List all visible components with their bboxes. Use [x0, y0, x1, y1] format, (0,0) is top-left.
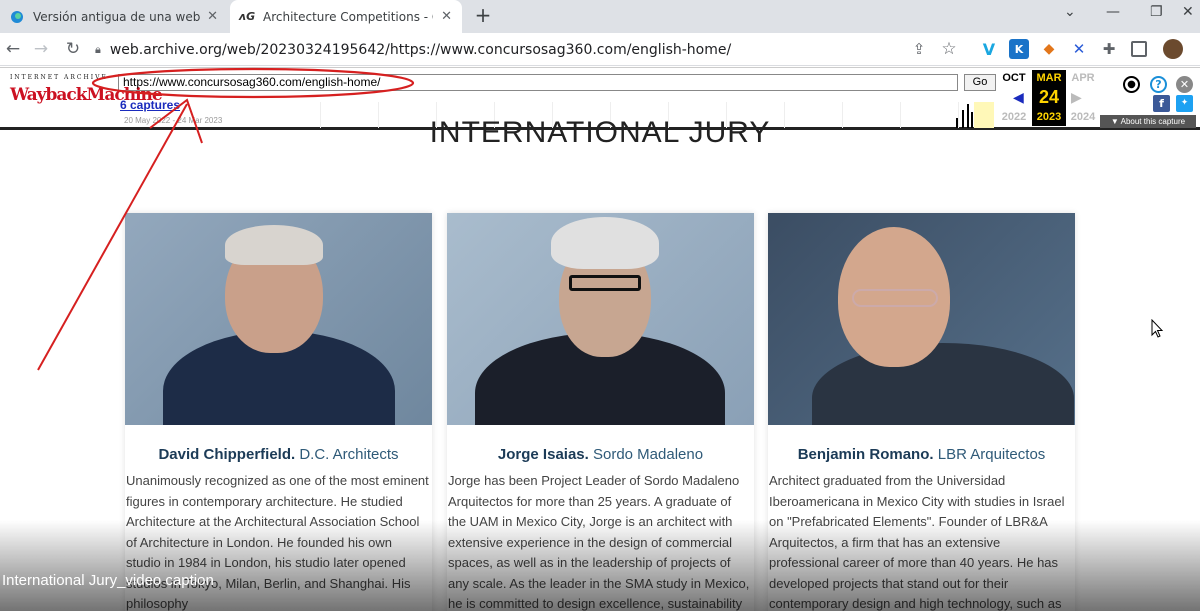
juror-name-line: Benjamin Romano. LBR Arquitectos: [768, 446, 1075, 463]
current-month-label: MAR: [1036, 72, 1062, 84]
browser-toolbar: ← → ↻ 🔒︎ web.archive.org/web/20230324195…: [0, 33, 1200, 66]
user-account-icon[interactable]: ●: [1123, 76, 1140, 93]
twitter-icon[interactable]: ✦: [1176, 95, 1193, 112]
juror-photo: [447, 213, 754, 425]
next-month-label: APR: [1071, 72, 1095, 84]
mouse-cursor-icon: [1151, 319, 1164, 338]
tab-title: Versión antigua de una web | Ver: [33, 9, 203, 24]
juror-hair: [551, 217, 659, 269]
side-panel-icon[interactable]: [1131, 41, 1147, 57]
address-text: web.archive.org/web/20230324195642/https…: [109, 42, 732, 58]
prev-month-label: OCT: [1002, 72, 1026, 84]
juror-name: David Chipperfield.: [158, 446, 296, 463]
reload-icon[interactable]: ↻: [62, 38, 84, 60]
ag360-icon: ᴧG: [238, 10, 256, 23]
restore-button[interactable]: ❐: [1150, 4, 1163, 20]
go-button[interactable]: Go: [964, 74, 996, 91]
wayback-logo[interactable]: INTERNET ARCHIVE WaybackMachine: [10, 74, 163, 120]
tab-wayback-article[interactable]: Versión antigua de una web | Ver ✕: [0, 0, 228, 33]
wayback-icons: ● ? ✕ f ✦: [1120, 74, 1196, 114]
wayback-url-input[interactable]: https://www.concursosag360.com/english-h…: [118, 74, 958, 91]
close-icon[interactable]: ✕: [441, 9, 452, 24]
prev-capture-arrow-icon[interactable]: ◀: [1013, 90, 1024, 106]
puzzle-extensions-icon[interactable]: ✚: [1099, 39, 1119, 59]
help-icon[interactable]: ?: [1150, 76, 1167, 93]
juror-hair: [225, 225, 323, 265]
juror-torso: [812, 343, 1074, 425]
captures-link[interactable]: 6 captures: [120, 98, 180, 112]
tab-strip: Versión antigua de una web | Ver ✕ ᴧG Ar…: [0, 0, 1200, 33]
next-day-label: [1066, 86, 1100, 108]
avatar[interactable]: [1163, 39, 1183, 59]
facebook-icon[interactable]: f: [1153, 95, 1170, 112]
juror-name: Jorge Isaias.: [497, 446, 589, 463]
tab-title: Architecture Competitions - Con: [263, 9, 433, 24]
video-caption: International Jury_video caption: [2, 572, 214, 589]
juror-photo: [768, 213, 1075, 425]
logo-top-text: INTERNET ARCHIVE: [10, 74, 108, 81]
lock-icon: 🔒︎: [95, 43, 101, 56]
glasses-icon: [569, 275, 641, 291]
screen: Versión antigua de una web | Ver ✕ ᴧG Ar…: [0, 0, 1200, 611]
close-wayback-icon[interactable]: ✕: [1176, 76, 1193, 93]
logo-main-text: WaybackMachine: [10, 85, 163, 105]
edge-icon: [10, 10, 24, 24]
juror-name-line: Jorge Isaias. Sordo Madaleno: [447, 446, 754, 463]
forward-icon[interactable]: →: [30, 38, 52, 60]
juror-company: Sordo Madaleno: [588, 446, 704, 463]
address-bar[interactable]: 🔒︎ web.archive.org/web/20230324195642/ht…: [95, 36, 975, 64]
video-caption-band: [0, 520, 1200, 611]
tab-architecture-competitions[interactable]: ᴧG Architecture Competitions - Con ✕: [230, 0, 462, 33]
current-day-label: 24: [1038, 87, 1060, 107]
juror-photo: [125, 213, 432, 425]
juror-name: Benjamin Romano.: [797, 446, 934, 463]
bookmark-star-icon[interactable]: ☆: [938, 38, 960, 60]
k-extension-icon[interactable]: K: [1009, 39, 1029, 59]
glasses-icon: [852, 289, 938, 307]
share-icon[interactable]: ⇪: [908, 38, 930, 60]
close-icon[interactable]: ✕: [207, 9, 218, 24]
juror-company: D.C. Architects: [295, 446, 399, 463]
metamask-extension-icon[interactable]: ◆: [1039, 39, 1059, 59]
extension-x-icon[interactable]: ✕: [1069, 39, 1089, 59]
back-icon[interactable]: ←: [2, 38, 24, 60]
minimize-button[interactable]: —: [1106, 4, 1120, 20]
vimeo-extension-icon[interactable]: V: [979, 39, 999, 59]
tab-search-icon[interactable]: ⌄: [1064, 4, 1076, 20]
juror-name-line: David Chipperfield. D.C. Architects: [125, 446, 432, 463]
page-title: INTERNATIONAL JURY: [429, 116, 771, 149]
close-window-button[interactable]: ✕: [1182, 4, 1194, 20]
new-tab-button[interactable]: +: [472, 4, 494, 28]
juror-company: LBR Arquitectos: [933, 446, 1046, 463]
